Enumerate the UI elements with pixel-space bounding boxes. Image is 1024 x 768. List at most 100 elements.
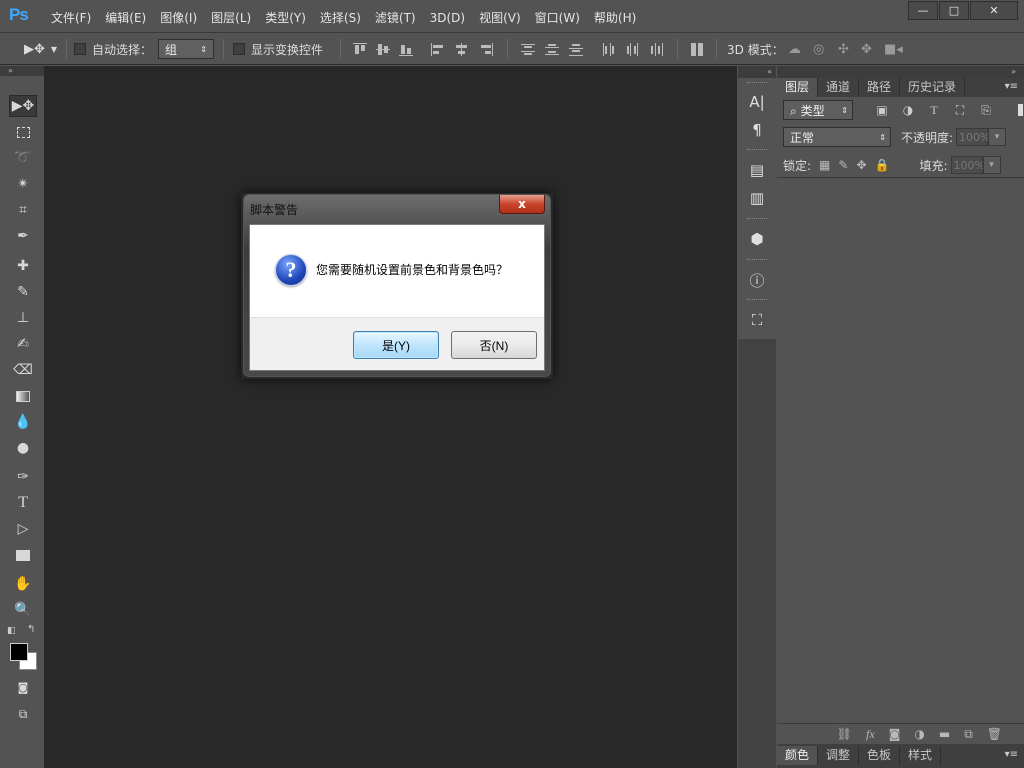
move-tool-preset[interactable]: ▶✥ ▼ — [24, 39, 57, 59]
filter-pixel-icon[interactable]: ▣ — [875, 103, 889, 117]
zoom-icon[interactable]: 🔍 — [9, 599, 37, 621]
3d-roll-icon[interactable]: ◎ — [813, 39, 824, 59]
panel-menu-icon[interactable]: ▾≡ — [1005, 81, 1018, 92]
distribute-right-icon[interactable] — [650, 43, 664, 56]
tab-paths[interactable]: 路径 — [859, 78, 901, 97]
clone-stamp-icon[interactable]: ⊥ — [9, 307, 37, 329]
fill-input[interactable]: 100% — [950, 156, 985, 174]
auto-align-icon[interactable] — [690, 43, 704, 56]
close-window-button[interactable]: ✕ — [970, 1, 1018, 20]
magic-wand-icon[interactable]: ✴ — [9, 173, 37, 195]
canvas-area[interactable] — [44, 66, 737, 768]
marquee-icon[interactable] — [9, 121, 37, 143]
show-transform-checkbox[interactable] — [233, 43, 245, 55]
3d-slide-icon[interactable]: ✥ — [861, 39, 872, 59]
menu-view[interactable]: 视图(V) — [472, 9, 528, 27]
tab-adjustments[interactable]: 调整 — [818, 746, 860, 765]
auto-select-dropdown[interactable]: 组 ⇕ — [158, 39, 214, 59]
filter-type-icon[interactable]: T — [927, 103, 941, 117]
opacity-dropdown[interactable]: ▾ — [988, 128, 1007, 146]
auto-select-option[interactable]: 自动选择： — [74, 39, 152, 59]
filter-toggle-icon[interactable] — [1013, 103, 1024, 117]
3d-pan-icon[interactable]: ✣ — [838, 39, 849, 59]
path-selection-icon[interactable]: ▷ — [9, 518, 37, 540]
delete-layer-icon[interactable]: 🗑 — [987, 727, 1002, 741]
new-layer-icon[interactable]: ⧉ — [964, 727, 973, 742]
menu-file[interactable]: 文件(F) — [44, 9, 98, 27]
3d-panel-icon[interactable]: ⬢ — [745, 228, 769, 250]
distribute-vcenter-icon[interactable] — [545, 43, 559, 56]
3d-scale-icon[interactable]: ■◂ — [884, 39, 903, 59]
fill-dropdown[interactable]: ▾ — [982, 156, 1001, 174]
foreground-color-swatch[interactable] — [10, 643, 28, 661]
menu-image[interactable]: 图像(I) — [153, 9, 204, 27]
lasso-icon[interactable]: ➰ — [9, 147, 37, 169]
distribute-top-icon[interactable] — [521, 43, 535, 56]
healing-brush-icon[interactable]: ✚ — [9, 255, 37, 277]
minimize-button[interactable]: — — [908, 1, 938, 20]
no-button[interactable]: 否(N) — [451, 331, 537, 359]
distribute-bottom-icon[interactable] — [569, 43, 583, 56]
crop-icon[interactable]: ⌗ — [9, 199, 37, 221]
filter-smart-object-icon[interactable]: ⎘ — [979, 103, 993, 117]
screen-mode-icon[interactable]: ⧉ — [9, 703, 37, 725]
tab-history[interactable]: 历史记录 — [900, 78, 966, 97]
menu-layer[interactable]: 图层(L) — [204, 9, 258, 27]
info-panel-icon[interactable]: ⓘ — [745, 269, 769, 291]
panel-collapse[interactable]: » — [777, 66, 1024, 78]
menu-type[interactable]: 类型(Y) — [258, 9, 313, 27]
toolbox-collapse[interactable]: » — [0, 66, 44, 76]
align-vcenter-icon[interactable] — [376, 43, 390, 56]
lock-transparent-icon[interactable]: ▦ — [819, 158, 830, 172]
distribute-left-icon[interactable] — [602, 43, 616, 56]
history-brush-icon[interactable]: ✍ — [9, 333, 37, 355]
filter-shape-icon[interactable]: ⛶ — [953, 103, 967, 117]
quick-mask-icon[interactable]: ◙ — [9, 676, 37, 698]
eyedropper-icon[interactable]: ✒ — [9, 225, 37, 247]
tab-swatches[interactable]: 色板 — [859, 746, 901, 765]
tab-styles[interactable]: 样式 — [900, 746, 942, 765]
show-transform-option[interactable]: 显示变换控件 — [233, 39, 323, 59]
lock-pixels-icon[interactable]: ✎ — [838, 158, 848, 172]
menu-help[interactable]: 帮助(H) — [587, 9, 643, 27]
notes-panel-icon[interactable]: ▤ — [745, 159, 769, 181]
tab-layers[interactable]: 图层 — [777, 78, 819, 97]
lock-position-icon[interactable]: ✥ — [856, 158, 866, 172]
adjustment-layer-icon[interactable]: ◑ — [914, 727, 924, 741]
layer-style-icon[interactable]: fx — [866, 727, 875, 742]
rectangle-icon[interactable] — [9, 544, 37, 566]
eraser-icon[interactable]: ⌫ — [9, 359, 37, 381]
auto-select-checkbox[interactable] — [74, 43, 86, 55]
hand-icon[interactable]: ✋ — [9, 573, 37, 595]
opacity-input[interactable]: 100% — [956, 128, 991, 146]
dodge-icon[interactable]: ● — [9, 437, 37, 459]
character-panel-icon[interactable]: A| — [745, 91, 769, 113]
tool-presets-panel-icon[interactable]: ⛶ — [745, 309, 769, 331]
brush-icon[interactable]: ✎ — [9, 281, 37, 303]
gradient-icon[interactable] — [9, 385, 37, 407]
move-icon[interactable]: ▶✥ — [9, 95, 37, 117]
yes-button[interactable]: 是(Y) — [353, 331, 439, 359]
blur-icon[interactable]: 💧 — [9, 411, 37, 433]
3d-rotate-icon[interactable]: ☁ — [788, 39, 801, 59]
maximize-button[interactable]: □ — [939, 1, 969, 20]
pen-icon[interactable]: ✑ — [9, 466, 37, 488]
tab-color[interactable]: 颜色 — [777, 746, 819, 765]
type-icon[interactable]: T — [9, 492, 37, 514]
menu-edit[interactable]: 编辑(E) — [98, 9, 153, 27]
distribute-hcenter-icon[interactable] — [626, 43, 640, 56]
layers-list[interactable] — [777, 177, 1024, 722]
align-bottom-icon[interactable] — [399, 43, 413, 56]
menu-select[interactable]: 选择(S) — [313, 9, 368, 27]
paragraph-panel-icon[interactable]: ¶ — [745, 119, 769, 141]
panel-menu-icon[interactable]: ▾≡ — [1005, 749, 1018, 760]
strip-collapse[interactable]: « — [738, 66, 776, 78]
tab-channels[interactable]: 通道 — [818, 78, 860, 97]
properties-panel-icon[interactable]: ▥ — [745, 187, 769, 209]
align-hcenter-icon[interactable] — [455, 43, 469, 56]
default-colors-icon[interactable]: ◧ — [7, 626, 16, 636]
lock-all-icon[interactable]: 🔒 — [875, 158, 890, 172]
dialog-close-button[interactable]: x — [499, 195, 545, 214]
align-top-icon[interactable] — [353, 43, 367, 56]
filter-adjustment-icon[interactable]: ◑ — [901, 103, 915, 117]
